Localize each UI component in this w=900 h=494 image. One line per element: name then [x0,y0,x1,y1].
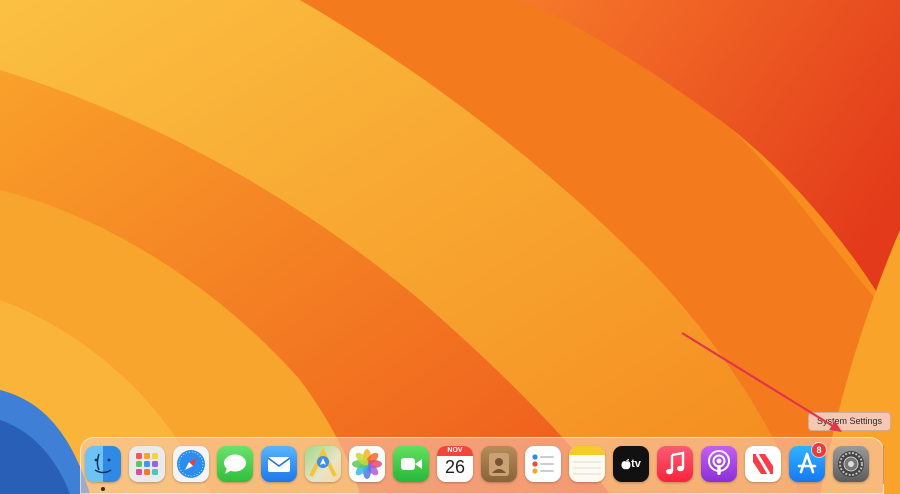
dock-divider [883,446,884,484]
desktop-wallpaper [0,0,900,494]
launchpad-icon[interactable] [129,446,165,482]
facetime-icon[interactable] [393,446,429,482]
podcasts-icon[interactable] [701,446,737,482]
wallpaper-graphic [0,0,900,494]
photos-icon[interactable] [349,446,385,482]
messages-icon[interactable] [217,446,253,482]
dock: NOV 26 tv [80,437,884,494]
contacts-icon[interactable] [481,446,517,482]
calendar-month: NOV [447,447,463,454]
mail-icon[interactable] [261,446,297,482]
music-icon[interactable] [657,446,693,482]
calendar-day: 26 [444,457,466,477]
app-store-badge: 8 [812,443,826,457]
apple-tv-icon[interactable]: tv [613,446,649,482]
finder-icon[interactable] [85,446,121,482]
reminders-icon[interactable] [525,446,561,482]
calendar-icon[interactable]: NOV 26 [437,446,473,482]
gear-icon[interactable] [833,446,869,482]
finder-running-indicator [101,487,105,491]
apple-logo-icon [621,459,631,470]
notes-icon[interactable] [569,446,605,482]
safari-icon[interactable] [173,446,209,482]
news-icon[interactable] [745,446,781,482]
dock-tooltip: System Settings [808,412,892,431]
maps-icon[interactable] [305,446,341,482]
apple-tv-label: tv [631,458,641,470]
